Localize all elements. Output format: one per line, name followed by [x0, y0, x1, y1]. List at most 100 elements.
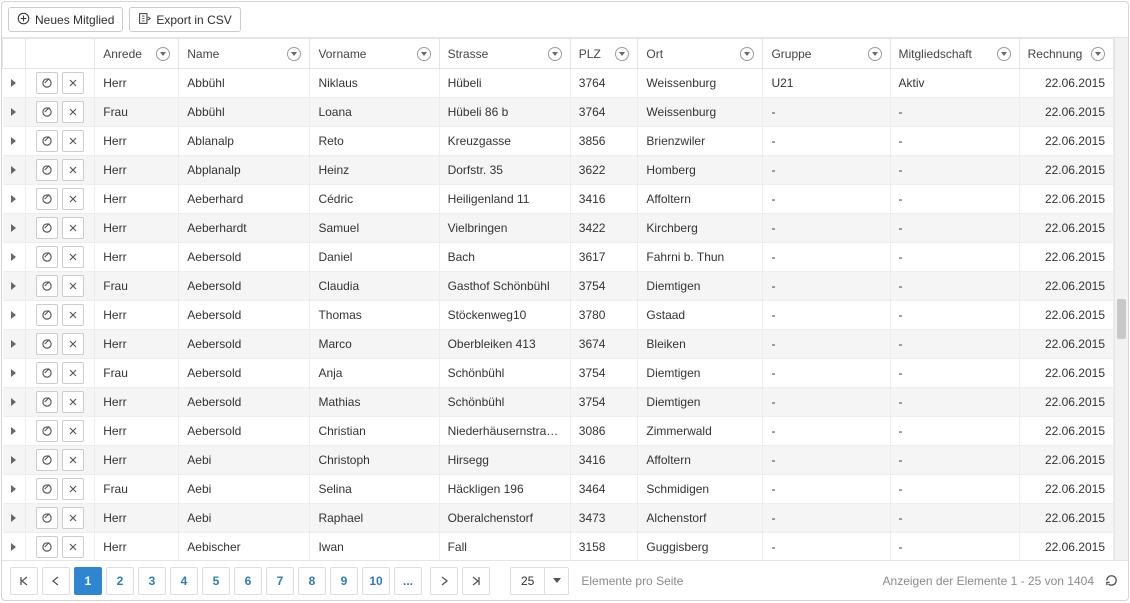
delete-button[interactable]	[62, 159, 84, 181]
table-row[interactable]: HerrAebiChristophHirsegg3416Affoltern--2…	[3, 446, 1114, 475]
delete-button[interactable]	[62, 304, 84, 326]
expand-icon[interactable]	[11, 137, 16, 145]
page-more-button[interactable]: ...	[394, 567, 422, 595]
delete-button[interactable]	[62, 246, 84, 268]
table-row[interactable]: HerrAebersoldThomasStöckenweg103780Gstaa…	[3, 301, 1114, 330]
expand-icon[interactable]	[11, 456, 16, 464]
page-number-button[interactable]: 7	[266, 567, 294, 595]
page-prev-button[interactable]	[42, 567, 70, 595]
expand-icon[interactable]	[11, 253, 16, 261]
expand-icon[interactable]	[11, 514, 16, 522]
refresh-button[interactable]	[1102, 572, 1120, 590]
edit-button[interactable]	[36, 217, 58, 239]
page-number-button[interactable]: 1	[74, 567, 102, 595]
expand-icon[interactable]	[11, 166, 16, 174]
edit-button[interactable]	[36, 159, 58, 181]
scroll-thumb[interactable]	[1117, 299, 1126, 339]
filter-icon[interactable]	[287, 47, 301, 61]
expand-icon[interactable]	[11, 427, 16, 435]
delete-button[interactable]	[62, 449, 84, 471]
page-number-button[interactable]: 10	[362, 567, 390, 595]
expand-icon[interactable]	[11, 195, 16, 203]
page-size-select[interactable]: 25	[510, 567, 569, 595]
table-row[interactable]: HerrAebischerIwanFall3158Guggisberg--22.…	[3, 533, 1114, 561]
delete-button[interactable]	[62, 507, 84, 529]
table-row[interactable]: HerrAebersoldDanielBach3617Fahrni b. Thu…	[3, 243, 1114, 272]
edit-button[interactable]	[36, 188, 58, 210]
table-row[interactable]: HerrAebersoldMarcoOberbleiken 4133674Ble…	[3, 330, 1114, 359]
header-plz[interactable]: PLZ	[570, 39, 638, 69]
header-ort[interactable]: Ort	[638, 39, 763, 69]
header-anrede[interactable]: Anrede	[95, 39, 179, 69]
edit-button[interactable]	[36, 449, 58, 471]
table-row[interactable]: HerrAebersoldChristianNiederhäusernstras…	[3, 417, 1114, 446]
delete-button[interactable]	[62, 536, 84, 558]
edit-button[interactable]	[36, 246, 58, 268]
table-row[interactable]: HerrAbplanalpHeinzDorfstr. 353622Homberg…	[3, 156, 1114, 185]
edit-button[interactable]	[36, 478, 58, 500]
filter-icon[interactable]	[868, 47, 882, 61]
page-number-button[interactable]: 9	[330, 567, 358, 595]
delete-button[interactable]	[62, 420, 84, 442]
delete-button[interactable]	[62, 188, 84, 210]
expand-icon[interactable]	[11, 543, 16, 551]
delete-button[interactable]	[62, 478, 84, 500]
filter-icon[interactable]	[156, 47, 170, 61]
page-number-button[interactable]: 3	[138, 567, 166, 595]
table-row[interactable]: FrauAebersoldClaudiaGasthof Schönbühl375…	[3, 272, 1114, 301]
delete-button[interactable]	[62, 275, 84, 297]
table-row[interactable]: HerrAeberhardCédricHeiligenland 113416Af…	[3, 185, 1114, 214]
filter-icon[interactable]	[740, 47, 754, 61]
edit-button[interactable]	[36, 333, 58, 355]
edit-button[interactable]	[36, 536, 58, 558]
filter-icon[interactable]	[1091, 47, 1105, 61]
header-rechnung[interactable]: Rechnung	[1019, 39, 1113, 69]
edit-button[interactable]	[36, 275, 58, 297]
delete-button[interactable]	[62, 333, 84, 355]
vertical-scrollbar[interactable]	[1114, 38, 1128, 560]
header-mitgliedschaft[interactable]: Mitgliedschaft	[890, 39, 1019, 69]
page-first-button[interactable]	[10, 567, 38, 595]
expand-icon[interactable]	[11, 485, 16, 493]
delete-button[interactable]	[62, 391, 84, 413]
header-gruppe[interactable]: Gruppe	[763, 39, 890, 69]
expand-icon[interactable]	[11, 311, 16, 319]
filter-icon[interactable]	[615, 47, 629, 61]
expand-icon[interactable]	[11, 398, 16, 406]
table-row[interactable]: HerrAebersoldMathiasSchönbühl3754Diemtig…	[3, 388, 1114, 417]
header-vorname[interactable]: Vorname	[310, 39, 439, 69]
edit-button[interactable]	[36, 101, 58, 123]
edit-button[interactable]	[36, 362, 58, 384]
page-last-button[interactable]	[462, 567, 490, 595]
new-member-button[interactable]: Neues Mitglied	[8, 7, 123, 32]
delete-button[interactable]	[62, 130, 84, 152]
page-number-button[interactable]: 4	[170, 567, 198, 595]
table-row[interactable]: HerrAbbühlNiklausHübeli3764WeissenburgU2…	[3, 69, 1114, 98]
edit-button[interactable]	[36, 130, 58, 152]
edit-button[interactable]	[36, 420, 58, 442]
table-row[interactable]: FrauAebersoldAnjaSchönbühl3754Diemtigen-…	[3, 359, 1114, 388]
page-next-button[interactable]	[430, 567, 458, 595]
header-name[interactable]: Name	[179, 39, 310, 69]
delete-button[interactable]	[62, 217, 84, 239]
expand-icon[interactable]	[11, 340, 16, 348]
expand-icon[interactable]	[11, 108, 16, 116]
expand-icon[interactable]	[11, 282, 16, 290]
expand-icon[interactable]	[11, 79, 16, 87]
table-row[interactable]: HerrAebiRaphaelOberalchenstorf3473Alchen…	[3, 504, 1114, 533]
page-number-button[interactable]: 6	[234, 567, 262, 595]
expand-icon[interactable]	[11, 224, 16, 232]
edit-button[interactable]	[36, 507, 58, 529]
table-row[interactable]: FrauAbbühlLoanaHübeli 86 b3764Weissenbur…	[3, 98, 1114, 127]
table-row[interactable]: FrauAebiSelinaHäckligen 1963464Schmidige…	[3, 475, 1114, 504]
edit-button[interactable]	[36, 391, 58, 413]
edit-button[interactable]	[36, 304, 58, 326]
header-strasse[interactable]: Strasse	[439, 39, 570, 69]
expand-icon[interactable]	[11, 369, 16, 377]
delete-button[interactable]	[62, 362, 84, 384]
page-number-button[interactable]: 5	[202, 567, 230, 595]
table-row[interactable]: HerrAeberhardtSamuelVielbringen3422Kirch…	[3, 214, 1114, 243]
export-csv-button[interactable]: Export in CSV	[129, 7, 240, 32]
edit-button[interactable]	[36, 72, 58, 94]
filter-icon[interactable]	[997, 47, 1011, 61]
